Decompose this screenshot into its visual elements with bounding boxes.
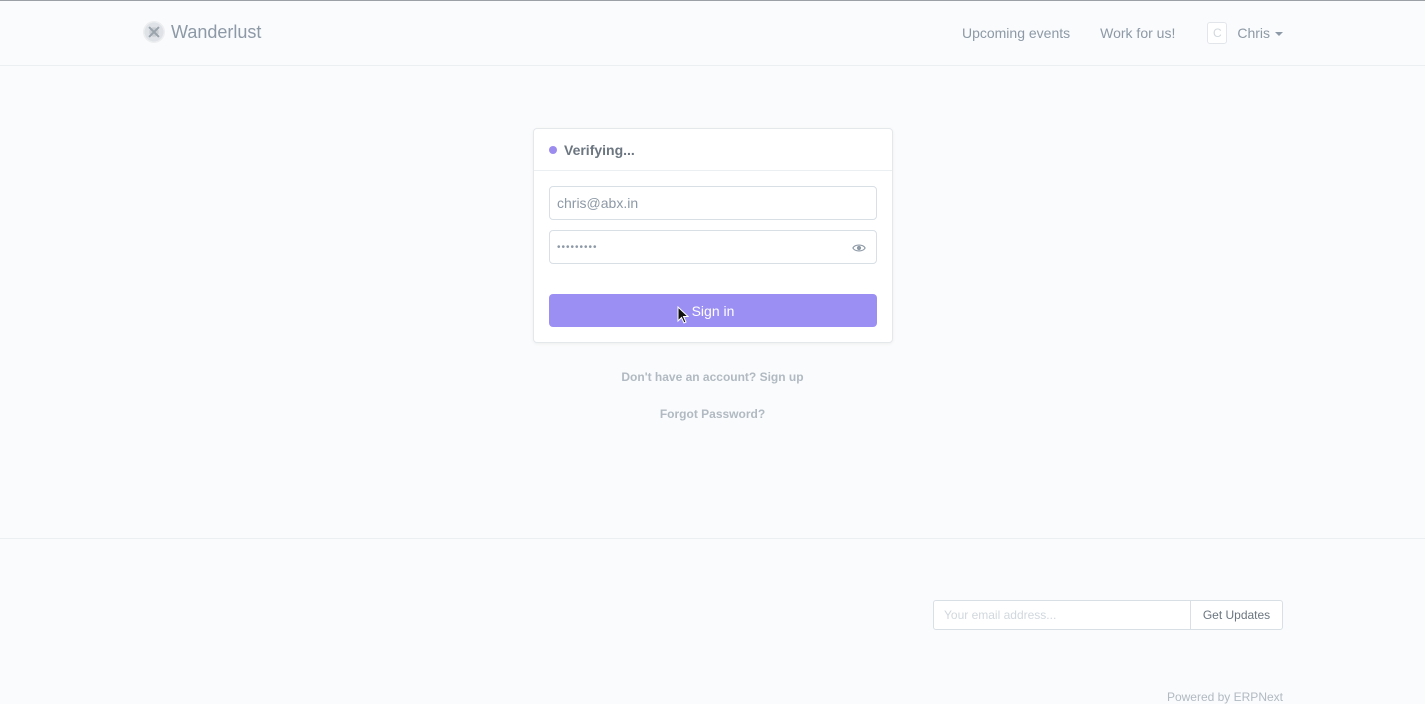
get-updates-button[interactable]: Get Updates bbox=[1190, 600, 1283, 630]
footer: Get Updates Powered by ERPNext bbox=[0, 538, 1425, 704]
subscribe-email-input[interactable] bbox=[933, 600, 1191, 630]
login-card-header: Verifying... bbox=[534, 129, 892, 171]
nav-link-work-for-us[interactable]: Work for us! bbox=[1100, 25, 1175, 41]
sign-in-button[interactable]: Sign in bbox=[549, 294, 877, 327]
mouse-cursor-icon bbox=[677, 306, 689, 324]
user-name: Chris bbox=[1237, 25, 1270, 41]
navbar: Wanderlust Upcoming events Work for us! … bbox=[0, 1, 1425, 66]
brand-link[interactable]: Wanderlust bbox=[143, 20, 261, 44]
login-card: Verifying... chris@abx.in ••••••••• Sign… bbox=[533, 128, 893, 343]
eye-icon[interactable] bbox=[852, 241, 866, 255]
login-status: Verifying... bbox=[564, 141, 635, 158]
password-field[interactable]: ••••••••• bbox=[549, 230, 877, 264]
nav-link-upcoming-events[interactable]: Upcoming events bbox=[962, 25, 1070, 41]
caret-down-icon bbox=[1275, 32, 1283, 36]
password-value: ••••••••• bbox=[557, 241, 598, 253]
forgot-password-link[interactable]: Forgot Password? bbox=[0, 407, 1425, 421]
signup-link[interactable]: Don't have an account? Sign up bbox=[0, 370, 1425, 384]
user-menu-toggle[interactable]: C Chris bbox=[1207, 22, 1283, 44]
brand-name: Wanderlust bbox=[171, 21, 262, 42]
email-value: chris@abx.in bbox=[557, 195, 639, 211]
avatar: C bbox=[1207, 22, 1228, 44]
nav-links: Upcoming events Work for us! C Chris bbox=[962, 20, 1283, 46]
brand-logo-icon bbox=[143, 21, 165, 43]
powered-by-text: Powered by ERPNext bbox=[1166, 690, 1283, 704]
status-dot-icon bbox=[549, 145, 557, 154]
email-field[interactable]: chris@abx.in bbox=[549, 186, 877, 220]
